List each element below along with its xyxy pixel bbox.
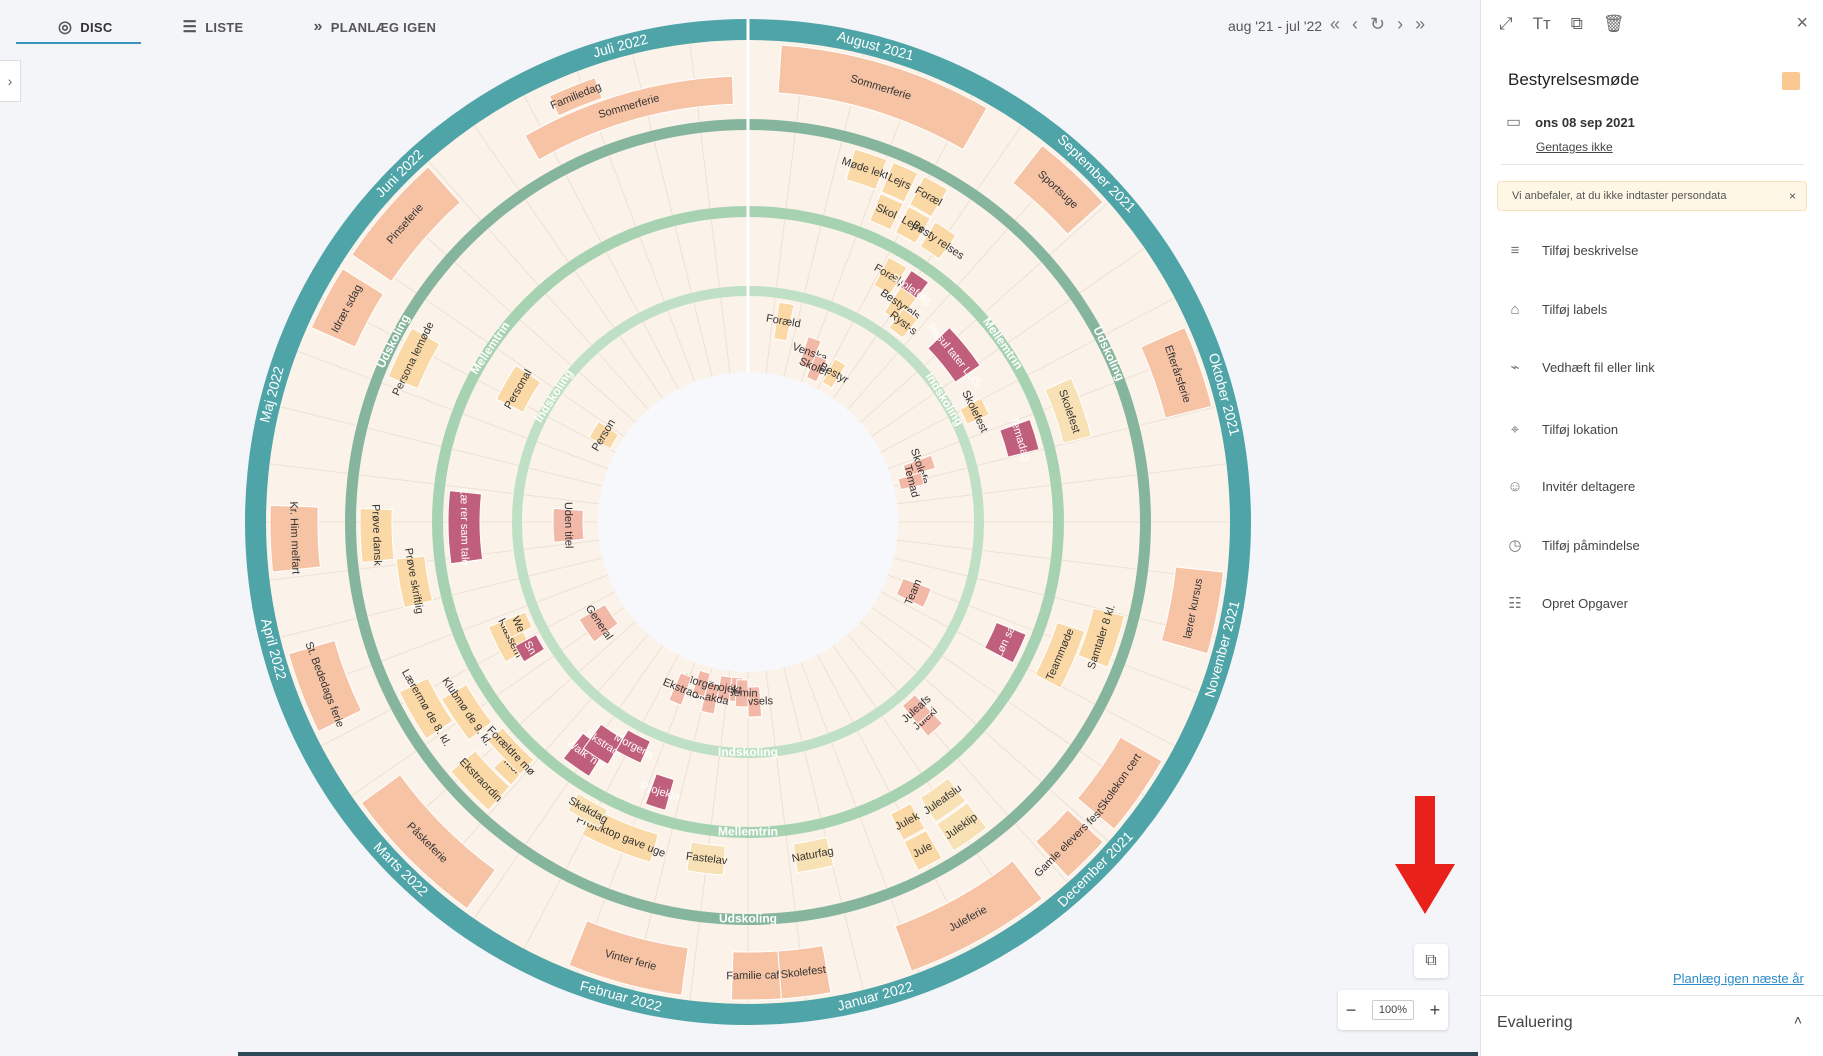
zoom-control: − 100% + xyxy=(1338,990,1448,1030)
divider xyxy=(1501,164,1804,165)
event-color-swatch[interactable] xyxy=(1782,72,1800,90)
replan-next-year-link[interactable]: Planlæg igen næste år xyxy=(1673,971,1804,986)
bottom-scrollbar[interactable] xyxy=(238,1052,1478,1056)
checklist-icon: ☷ xyxy=(1508,595,1522,612)
create-tasks-button[interactable]: ☷ Opret Opgaver xyxy=(1506,594,1628,612)
location-pin-icon: ⌖ xyxy=(1510,421,1520,438)
close-icon[interactable]: × xyxy=(1796,12,1808,35)
add-description-button[interactable]: ≡ Tilføj beskrivelse xyxy=(1506,242,1639,259)
calendar-icon: ▭ xyxy=(1506,114,1522,131)
ring-label: Indskoling xyxy=(718,745,778,759)
zoom-in-button[interactable]: + xyxy=(1430,1000,1441,1021)
wheel-center xyxy=(598,372,898,672)
event-date[interactable]: ▭ ons 08 sep 2021 xyxy=(1506,112,1635,132)
alarm-clock-icon: ◷ xyxy=(1508,537,1522,554)
text-lines-icon: ≡ xyxy=(1510,242,1520,259)
ring-label: Udskoling xyxy=(719,912,777,926)
event-detail-panel: ⤢ Tт ⧉ 🗑 × Bestyrelsesmøde ▭ ons 08 sep 2… xyxy=(1480,0,1823,1056)
event-label: Læ rer sam tale xyxy=(457,488,470,565)
copy-icon: ⧉ xyxy=(1425,952,1437,969)
event-title[interactable]: Bestyrelsesmøde xyxy=(1508,70,1639,90)
add-labels-button[interactable]: ⌂ Tilføj labels xyxy=(1506,301,1607,318)
ring-label: Mellemtrin xyxy=(718,825,778,839)
repeat-link[interactable]: Gentages ikke xyxy=(1536,140,1613,154)
zoom-level: 100% xyxy=(1371,1000,1415,1020)
trash-icon[interactable]: 🗑 xyxy=(1603,14,1625,34)
privacy-notice: Vi anbefaler, at du ikke indtaster perso… xyxy=(1497,181,1807,211)
add-reminder-button[interactable]: ◷ Tilføj påmindelse xyxy=(1506,536,1639,554)
text-format-icon[interactable]: Tт xyxy=(1533,14,1551,34)
close-icon[interactable]: × xyxy=(1789,189,1796,203)
person-icon: ☺ xyxy=(1507,478,1523,495)
invite-participants-button[interactable]: ☺ Invitér deltagere xyxy=(1506,478,1635,495)
event-label: Kr. Him melfart xyxy=(287,501,302,574)
add-location-button[interactable]: ⌖ Tilføj lokation xyxy=(1506,421,1618,438)
event-label: Prøve dansk xyxy=(369,504,383,567)
copy-button[interactable]: ⧉ xyxy=(1414,944,1448,978)
attach-file-button[interactable]: ⌁ Vedhæft fil eller link xyxy=(1506,358,1654,376)
red-arrow-icon xyxy=(1395,796,1455,914)
year-wheel: August 2021September 2021Oktober 2021Nov… xyxy=(245,19,1251,1025)
event-label: Familie café xyxy=(726,969,785,982)
chevron-up-icon: ˄ xyxy=(1793,1012,1802,1028)
duplicate-icon[interactable]: ⧉ xyxy=(1571,14,1583,34)
event-label: Uden titel xyxy=(562,502,575,549)
expand-icon[interactable]: ⤢ xyxy=(1499,14,1513,34)
evaluation-section[interactable]: Evaluering ˄ xyxy=(1481,995,1823,1053)
tag-icon: ⌂ xyxy=(1510,301,1520,318)
paperclip-icon: ⌁ xyxy=(1510,359,1520,376)
zoom-out-button[interactable]: − xyxy=(1346,1000,1357,1021)
panel-toolbar: ⤢ Tт ⧉ 🗑 × xyxy=(1481,0,1823,48)
